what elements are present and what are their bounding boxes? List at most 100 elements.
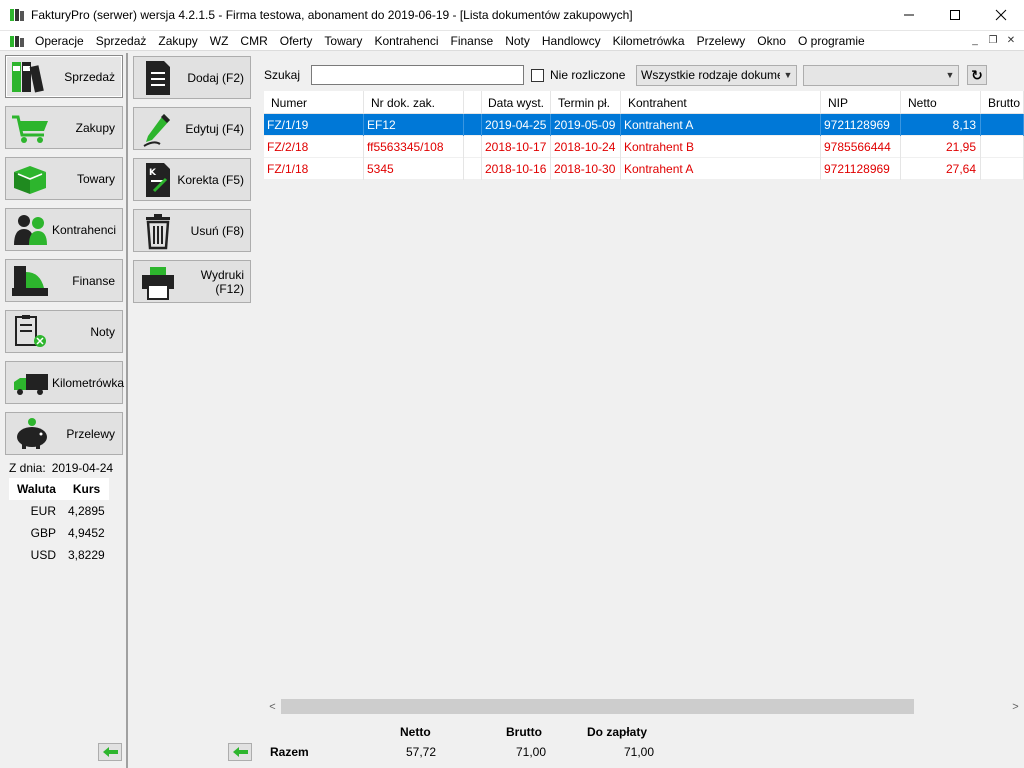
unsettled-label: Nie rozliczone bbox=[550, 68, 626, 82]
minimize-icon bbox=[904, 14, 914, 16]
module-sidebar: Sprzedaż Zakupy Towary Kontrahenci Finan… bbox=[0, 53, 128, 768]
cell-termin: 2018-10-24 bbox=[551, 136, 621, 158]
maximize-icon bbox=[950, 10, 960, 20]
rates-table: Waluta Kurs EUR 4,2895 GBP 4,9452 USD 3,… bbox=[9, 478, 109, 566]
column-header[interactable]: Data wyst. bbox=[482, 91, 551, 114]
sidebar-collapse-button[interactable] bbox=[98, 743, 122, 761]
edit-button[interactable]: Edytuj (F4) bbox=[133, 107, 251, 150]
mdi-restore-button[interactable]: ❐ bbox=[984, 33, 1002, 49]
document-list-panel: Szukaj Nie rozliczone Wszystkie rodzaje … bbox=[256, 53, 1024, 768]
sidebar-item-label: Noty bbox=[90, 324, 115, 339]
menu-item[interactable]: Zakupy bbox=[152, 31, 203, 51]
documents-table[interactable]: Numer Nr dok. zak. Data wyst. Termin pł.… bbox=[264, 91, 1024, 701]
refresh-icon: ↻ bbox=[971, 66, 983, 83]
unsettled-checkbox[interactable] bbox=[531, 68, 544, 82]
filter-toolbar: Szukaj Nie rozliczone Wszystkie rodzaje … bbox=[256, 63, 1024, 87]
document-type-value: Wszystkie rodzaje dokumentów bbox=[641, 68, 780, 82]
column-header[interactable]: NIP bbox=[821, 91, 901, 114]
menu-item[interactable]: Finanse bbox=[444, 31, 499, 51]
column-header[interactable]: Netto bbox=[901, 91, 981, 114]
secondary-filter-select[interactable]: ▼ bbox=[803, 64, 959, 86]
cell-data: 2019-04-25 bbox=[482, 114, 551, 136]
sidebar-item-label: Przelewy bbox=[66, 426, 115, 441]
minimize-button[interactable] bbox=[886, 0, 932, 31]
rates-col-currency: Waluta bbox=[9, 478, 64, 500]
cell-kontrahent: Kontrahent A bbox=[621, 114, 821, 136]
menu-item[interactable]: Oferty bbox=[274, 31, 319, 51]
cell-nr-dok: 5345 bbox=[364, 158, 464, 180]
column-header[interactable]: Brutto bbox=[981, 91, 1024, 114]
add-button[interactable]: Dodaj (F2) bbox=[133, 56, 251, 99]
sidebar-item-kilometrowka[interactable]: Kilometrówka bbox=[5, 361, 124, 404]
sidebar-item-noty[interactable]: Noty bbox=[5, 310, 123, 353]
menu-item[interactable]: Przelewy bbox=[691, 31, 752, 51]
menu-item[interactable]: Okno bbox=[751, 31, 792, 51]
app-icon bbox=[9, 7, 25, 23]
totals-do-zaplaty-label: Do zapłaty bbox=[587, 725, 648, 739]
table-row[interactable]: FZ/1/19 EF12 2019-04-25 2019-05-09 Kontrahen… bbox=[264, 114, 1024, 136]
menu-item[interactable]: Operacje bbox=[29, 31, 90, 51]
sidebar-item-zakupy[interactable]: Zakupy bbox=[5, 106, 123, 149]
column-header[interactable]: Termin pł. bbox=[551, 91, 621, 114]
menu-item[interactable]: Kilometrówka bbox=[607, 31, 691, 51]
action-label: Usuń (F8) bbox=[190, 223, 244, 238]
sidebar-item-label: Sprzedaż bbox=[64, 69, 115, 84]
cell-brutto bbox=[981, 136, 1024, 158]
mdi-child-icon[interactable] bbox=[9, 33, 25, 49]
printer-icon bbox=[140, 263, 176, 301]
menu-item[interactable]: Towary bbox=[318, 31, 368, 51]
rate-value: 3,8229 bbox=[68, 548, 105, 562]
cart-icon bbox=[10, 109, 52, 147]
sidebar-item-label: Finanse bbox=[72, 273, 115, 288]
sidebar-item-finanse[interactable]: Finanse bbox=[5, 259, 123, 302]
print-button[interactable]: Wydruki (F12) bbox=[133, 260, 251, 303]
sidebar-item-label: Kontrahenci bbox=[52, 222, 117, 237]
menu-item[interactable]: O programie bbox=[792, 31, 871, 51]
delete-button[interactable]: Usuń (F8) bbox=[133, 209, 251, 252]
correction-button[interactable]: K Korekta (F5) bbox=[133, 158, 251, 201]
menu-item[interactable]: Sprzedaż bbox=[90, 31, 153, 51]
rate-currency: USD bbox=[30, 548, 56, 562]
sidebar-item-towary[interactable]: Towary bbox=[5, 157, 123, 200]
actions-collapse-button[interactable] bbox=[228, 743, 252, 761]
scrollbar-thumb[interactable] bbox=[281, 699, 914, 714]
scroll-right-button[interactable]: > bbox=[1007, 698, 1024, 715]
cell-nr-dok: ff5563345/108 bbox=[364, 136, 464, 158]
rates-date-label: Z dnia: bbox=[9, 461, 46, 475]
cell-nip: 9785566444 bbox=[821, 136, 901, 158]
rate-value: 4,2895 bbox=[68, 504, 105, 518]
column-header[interactable]: Numer bbox=[264, 91, 364, 114]
scroll-left-button[interactable]: < bbox=[264, 698, 281, 715]
document-type-select[interactable]: Wszystkie rodzaje dokumentów ▼ bbox=[636, 64, 797, 86]
cell-nr-dok: EF12 bbox=[364, 114, 464, 136]
horizontal-scrollbar[interactable]: < > bbox=[264, 698, 1024, 715]
search-input[interactable] bbox=[311, 65, 524, 85]
menu-item[interactable]: Noty bbox=[499, 31, 536, 51]
exchange-rates: Z dnia: 2019-04-24 Waluta Kurs EUR 4,289… bbox=[5, 458, 123, 566]
menu-item[interactable]: Handlowcy bbox=[536, 31, 607, 51]
people-icon bbox=[10, 211, 52, 249]
menu-item[interactable]: Kontrahenci bbox=[368, 31, 444, 51]
column-header[interactable]: Nr dok. zak. bbox=[364, 91, 464, 114]
table-row[interactable]: FZ/2/18 ff5563345/108 2018-10-17 2018-10-24… bbox=[264, 136, 1024, 158]
action-label: Korekta (F5) bbox=[177, 172, 244, 187]
maximize-button[interactable] bbox=[932, 0, 978, 31]
sidebar-item-kontrahenci[interactable]: Kontrahenci bbox=[5, 208, 123, 251]
cell-termin: 2018-10-30 bbox=[551, 158, 621, 180]
refresh-button[interactable]: ↻ bbox=[967, 65, 987, 85]
correction-document-icon: K bbox=[140, 161, 176, 199]
sidebar-item-sprzedaz[interactable]: Sprzedaż bbox=[5, 55, 123, 98]
mdi-close-button[interactable]: ✕ bbox=[1002, 33, 1020, 49]
totals-netto: 57,72 bbox=[405, 745, 436, 759]
action-label: Dodaj (F2) bbox=[187, 70, 244, 85]
document-icon bbox=[140, 59, 176, 97]
mdi-minimize-button[interactable]: _ bbox=[966, 33, 984, 49]
sidebar-item-przelewy[interactable]: Przelewy bbox=[5, 412, 123, 455]
menu-item[interactable]: CMR bbox=[234, 31, 273, 51]
column-header[interactable]: Kontrahent bbox=[621, 91, 821, 114]
close-button[interactable] bbox=[978, 0, 1024, 31]
table-row[interactable]: FZ/1/18 5345 2018-10-16 2018-10-30 Kontrahen… bbox=[264, 158, 1024, 180]
column-header[interactable] bbox=[464, 91, 482, 114]
menu-item[interactable]: WZ bbox=[204, 31, 235, 51]
cell-netto: 21,95 bbox=[901, 136, 981, 158]
